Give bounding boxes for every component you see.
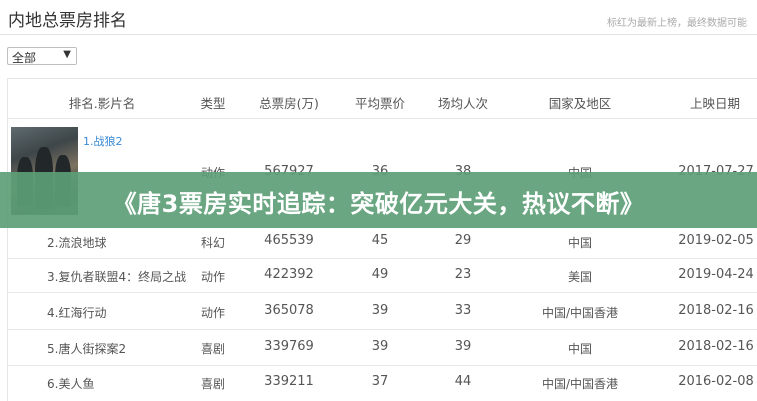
cell-region: 中国/中国香港 (541, 306, 619, 320)
cell-avg-people: 39 (454, 339, 472, 354)
column-header-avg-price: 平均票价 (354, 96, 405, 111)
cell-genre: 喜剧 (200, 342, 225, 356)
cell-release: 2019-02-05 (678, 233, 754, 248)
cell-avg-price: 39 (371, 339, 389, 354)
cell-box-office: 339211 (264, 374, 314, 389)
movie-title-link[interactable]: 1.战狼2 (83, 133, 123, 149)
title-divider (0, 34, 757, 35)
cell-avg-people: 23 (454, 267, 472, 282)
row-divider (8, 258, 757, 259)
cell-release: 2018-02-16 (678, 339, 754, 354)
cell-release: 2019-04-24 (678, 267, 754, 282)
cell-title[interactable]: 2.流浪地球 (47, 234, 106, 251)
cell-region: 中国 (567, 236, 592, 250)
row-divider (8, 365, 757, 366)
cell-avg-people: 33 (454, 303, 472, 318)
cell-box-office: 365078 (264, 303, 314, 318)
headline-banner: 《唐3票房实时追踪：突破亿元大关，热议不断》 (0, 172, 757, 228)
cell-box-office: 422392 (264, 267, 314, 282)
cell-box-office: 339769 (264, 339, 314, 354)
cell-region: 中国 (567, 342, 592, 356)
page-title: 内地总票房排名 (8, 11, 127, 31)
cell-genre: 科幻 (200, 236, 225, 250)
row-divider (8, 329, 757, 330)
cell-genre: 动作 (200, 306, 225, 320)
row-divider (8, 292, 757, 293)
cell-box-office: 465539 (264, 233, 314, 248)
cell-title[interactable]: 6.美人鱼 (47, 375, 94, 392)
filter-select-value: 全部 (12, 51, 37, 65)
cell-avg-price: 39 (371, 303, 389, 318)
cell-genre: 喜剧 (200, 377, 225, 391)
cell-avg-price: 49 (371, 267, 389, 282)
column-header-region: 国家及地区 (548, 96, 612, 111)
header-divider (8, 118, 757, 119)
column-header-avg-people: 场均人次 (437, 96, 488, 111)
cell-release: 2018-02-16 (678, 303, 754, 318)
cell-genre: 动作 (200, 270, 225, 284)
cell-title[interactable]: 5.唐人街探案2 (47, 340, 126, 357)
chevron-down-icon: ▼ (63, 49, 71, 60)
cell-title[interactable]: 4.红海行动 (47, 304, 106, 321)
column-header-box-office: 总票房(万) (259, 96, 319, 111)
cell-avg-people: 29 (454, 233, 472, 248)
cell-avg-people: 44 (454, 374, 472, 389)
column-header-release: 上映日期 (689, 96, 740, 111)
cell-avg-price: 45 (371, 233, 389, 248)
column-header-title: 排名.影片名 (68, 96, 136, 111)
column-header-genre: 类型 (200, 96, 226, 111)
cell-release: 2016-02-08 (678, 374, 754, 389)
page-note: 标红为最新上榜，最终数据可能 (607, 18, 747, 29)
cell-title[interactable]: 3.复仇者联盟4：终局之战 (47, 268, 186, 285)
cell-region: 中国/中国香港 (541, 377, 619, 391)
headline-text: 《唐3票房实时追踪：突破亿元大关，热议不断》 (112, 190, 645, 218)
filter-select[interactable]: 全部 ▼ (7, 47, 77, 65)
cell-region: 美国 (567, 270, 592, 284)
cell-avg-price: 37 (371, 374, 389, 389)
